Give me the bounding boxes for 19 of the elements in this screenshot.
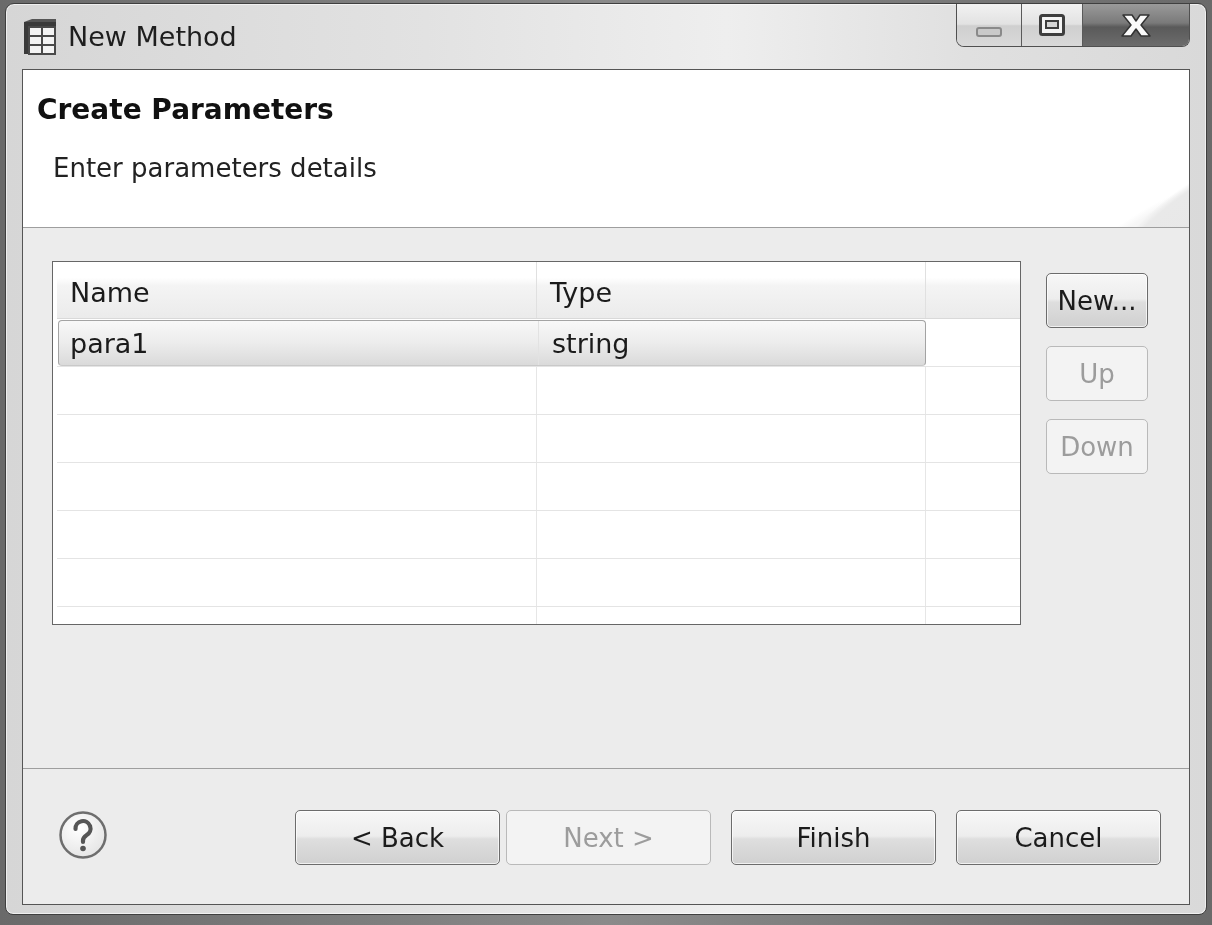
table-cell: para1 [70, 327, 149, 359]
close-icon [1119, 11, 1153, 39]
table-row[interactable]: para1 string [58, 320, 926, 366]
column-header: Name [70, 277, 150, 308]
minimize-icon [976, 27, 1002, 37]
finish-button[interactable]: Finish [731, 810, 936, 865]
column-header: Type [550, 277, 612, 308]
cancel-button[interactable]: Cancel [956, 810, 1161, 865]
maximize-button[interactable] [1021, 4, 1082, 46]
table-cell: string [552, 327, 630, 359]
new-button[interactable]: New... [1046, 273, 1148, 328]
window-title: New Method [68, 21, 237, 52]
help-icon[interactable] [59, 811, 107, 859]
page-title: Create Parameters [37, 92, 334, 128]
page-description: Enter parameters details [53, 152, 377, 185]
grid-icon [22, 17, 58, 56]
maximize-icon [1039, 14, 1065, 36]
back-button[interactable]: < Back [295, 810, 500, 865]
close-button[interactable] [1082, 4, 1189, 46]
